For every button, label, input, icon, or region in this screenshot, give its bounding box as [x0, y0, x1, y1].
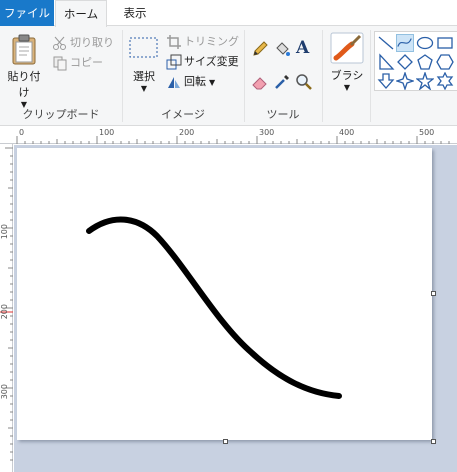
line-shape-icon[interactable] — [377, 34, 395, 52]
selection-rectangle-icon — [129, 37, 158, 58]
drawn-curve — [86, 216, 342, 399]
brushes-label: ブラシ — [330, 69, 364, 82]
resize-handle-right[interactable] — [431, 291, 436, 296]
ribbon: 貼り付け ▼ 切り取り コピー クリップボード 選択 ▼ トリミング サイズ変更… — [0, 26, 457, 126]
diamond-shape-icon[interactable] — [396, 53, 414, 71]
right-triangle-shape-icon[interactable] — [377, 53, 395, 71]
rotate-label: 回転 — [184, 75, 206, 88]
pentagon-shape-icon[interactable] — [416, 53, 434, 71]
select-button[interactable]: 選択 ▼ — [126, 34, 162, 100]
paste-button[interactable]: 貼り付け ▼ — [4, 32, 44, 109]
text-tool-icon[interactable]: A — [296, 38, 309, 58]
down-arrow-shape-icon[interactable] — [377, 72, 395, 90]
cut-label: 切り取り — [70, 36, 114, 49]
ruler-label: 200 — [0, 304, 9, 320]
brushes-button[interactable]: ブラシ ▼ — [326, 32, 368, 98]
select-dropdown-arrow[interactable]: ▼ — [126, 84, 162, 93]
magnifier-icon[interactable] — [295, 73, 313, 91]
ruler-label: 300 — [259, 128, 275, 137]
rotate-icon — [166, 74, 182, 90]
copy-button[interactable]: コピー — [52, 54, 103, 72]
fill-bucket-icon[interactable] — [273, 40, 291, 58]
copy-label: コピー — [70, 56, 103, 69]
rectangle-shape-icon[interactable] — [436, 34, 454, 52]
rotate-dropdown-arrow[interactable]: ▼ — [209, 78, 215, 87]
image-group-label: イメージ — [161, 108, 205, 121]
resize-button[interactable]: サイズ変更 — [166, 53, 239, 71]
horizontal-ruler-ticks — [16, 136, 450, 144]
color-picker-icon[interactable] — [273, 73, 291, 91]
resize-handle-corner[interactable] — [431, 439, 436, 444]
clipboard-group-label: クリップボード — [22, 108, 100, 121]
select-label: 選択 — [133, 70, 155, 83]
crop-icon — [166, 34, 182, 50]
hexagon-shape-icon[interactable] — [436, 53, 454, 71]
six-point-star-shape-icon[interactable] — [436, 72, 454, 90]
resize-icon — [166, 54, 182, 70]
ruler-label: 100 — [0, 224, 9, 240]
clipboard-group: 貼り付け ▼ 切り取り コピー クリップボード — [0, 26, 122, 126]
tools-group-label: ツール — [266, 108, 300, 121]
shapes-gallery — [374, 31, 457, 91]
rotate-button[interactable]: 回転 ▼ — [166, 73, 215, 91]
clipboard-icon — [12, 34, 36, 65]
tools-group: A ツール — [245, 26, 321, 126]
horizontal-ruler: 0 100 200 300 400 500 — [0, 127, 457, 144]
vertical-ruler: 100 200 300 — [0, 144, 13, 472]
tab-home[interactable]: ホーム — [55, 0, 107, 27]
curve-shape-icon[interactable] — [396, 34, 414, 52]
ruler-label: 300 — [0, 384, 9, 400]
tab-file[interactable]: ファイル — [0, 0, 54, 26]
ruler-label: 200 — [179, 128, 195, 137]
oval-shape-icon[interactable] — [416, 34, 434, 52]
copy-icon — [52, 55, 68, 71]
ruler-label: 0 — [19, 128, 25, 137]
brushes-group: ブラシ ▼ — [323, 26, 369, 126]
image-group: 選択 ▼ トリミング サイズ変更 回転 ▼ イメージ — [123, 26, 243, 126]
drawing-canvas[interactable] — [17, 148, 432, 440]
crop-button[interactable]: トリミング — [166, 33, 239, 51]
five-point-star-shape-icon[interactable] — [416, 72, 434, 90]
resize-handle-bottom[interactable] — [223, 439, 228, 444]
cut-button[interactable]: 切り取り — [52, 34, 114, 52]
ruler-label: 500 — [419, 128, 435, 137]
brushes-dropdown-arrow[interactable]: ▼ — [326, 83, 368, 92]
eraser-icon[interactable] — [251, 73, 269, 91]
group-divider — [370, 30, 371, 122]
tab-view[interactable]: 表示 — [112, 0, 158, 26]
crop-label: トリミング — [184, 35, 239, 48]
paste-label: 貼り付け — [7, 70, 41, 99]
four-point-star-shape-icon[interactable] — [396, 72, 414, 90]
paintbrush-icon — [330, 32, 364, 64]
resize-label: サイズ変更 — [184, 55, 239, 68]
scissors-icon — [52, 35, 68, 51]
ribbon-tab-bar: ファイル ホーム 表示 — [0, 0, 457, 27]
ruler-label: 400 — [339, 128, 355, 137]
ruler-label: 100 — [99, 128, 115, 137]
pencil-icon[interactable] — [251, 40, 269, 58]
